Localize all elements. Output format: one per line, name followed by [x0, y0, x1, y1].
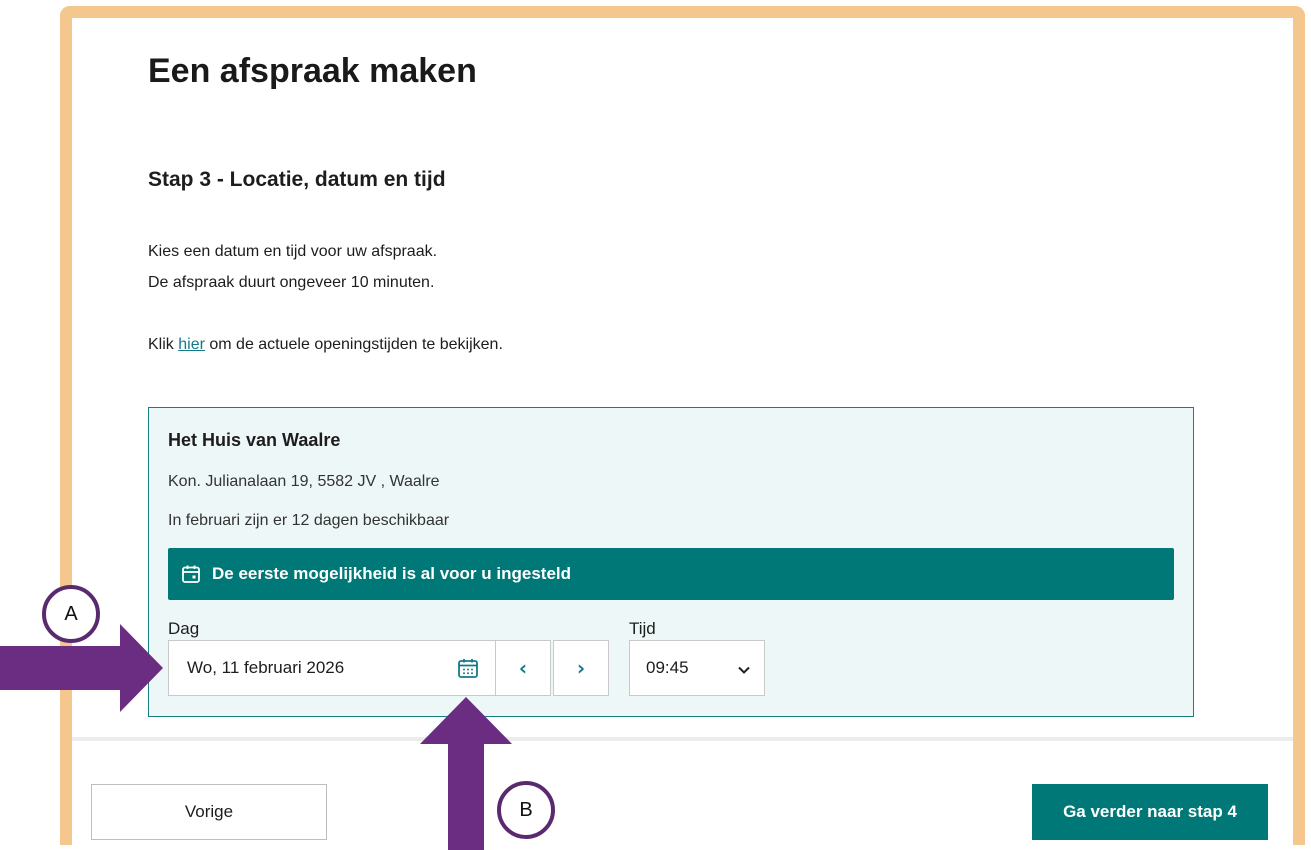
opening-hours-link[interactable]: hier	[178, 336, 205, 353]
date-field[interactable]: Wo, 11 februari 2026	[168, 640, 496, 696]
chevron-right-icon: ›	[576, 656, 586, 680]
chevron-left-icon: ‹	[518, 656, 528, 680]
calendar-check-icon	[181, 564, 201, 584]
time-label: Tijd	[629, 619, 656, 638]
location-name: Het Huis van Waalre	[168, 430, 341, 450]
next-day-button[interactable]: ›	[553, 640, 609, 696]
calendar-icon[interactable]	[457, 657, 479, 679]
first-availability-banner: De eerste mogelijkheid is al voor u inge…	[168, 548, 1174, 600]
intro-line-2: De afspraak duurt ongeveer 10 minuten.	[148, 274, 435, 291]
availability-text: In februari zijn er 12 dagen beschikbaar	[168, 512, 450, 529]
location-address: Kon. Julianalaan 19, 5582 JV , Waalre	[168, 473, 440, 490]
continue-button[interactable]: Ga verder naar stap 4	[1032, 784, 1268, 840]
time-value: 09:45	[646, 658, 689, 677]
step-title: Stap 3 - Locatie, datum en tijd	[148, 168, 446, 191]
opening-hours-text: Klik hier om de actuele openingstijden t…	[148, 336, 503, 354]
day-label: Dag	[168, 619, 200, 638]
previous-day-button[interactable]: ‹	[495, 640, 551, 696]
opening-hours-suffix: om de actuele openingstijden te bekijken…	[204, 336, 503, 353]
footer-bar: Vorige Ga verder naar stap 4	[72, 737, 1293, 845]
date-value: Wo, 11 februari 2026	[187, 658, 345, 677]
intro-line-1: Kies een datum en tijd voor uw afspraak.	[148, 243, 438, 260]
previous-button[interactable]: Vorige	[91, 784, 327, 840]
banner-text: De eerste mogelijkheid is al voor u inge…	[212, 564, 572, 583]
location-panel: Het Huis van Waalre Kon. Julianalaan 19,…	[148, 407, 1194, 717]
page-title: Een afspraak maken	[148, 52, 477, 90]
time-select[interactable]: 09:45	[629, 640, 765, 696]
opening-hours-prefix: Klik	[148, 336, 179, 353]
page-frame: Een afspraak maken Stap 3 - Locatie, dat…	[60, 6, 1305, 845]
chevron-down-icon	[738, 659, 750, 678]
